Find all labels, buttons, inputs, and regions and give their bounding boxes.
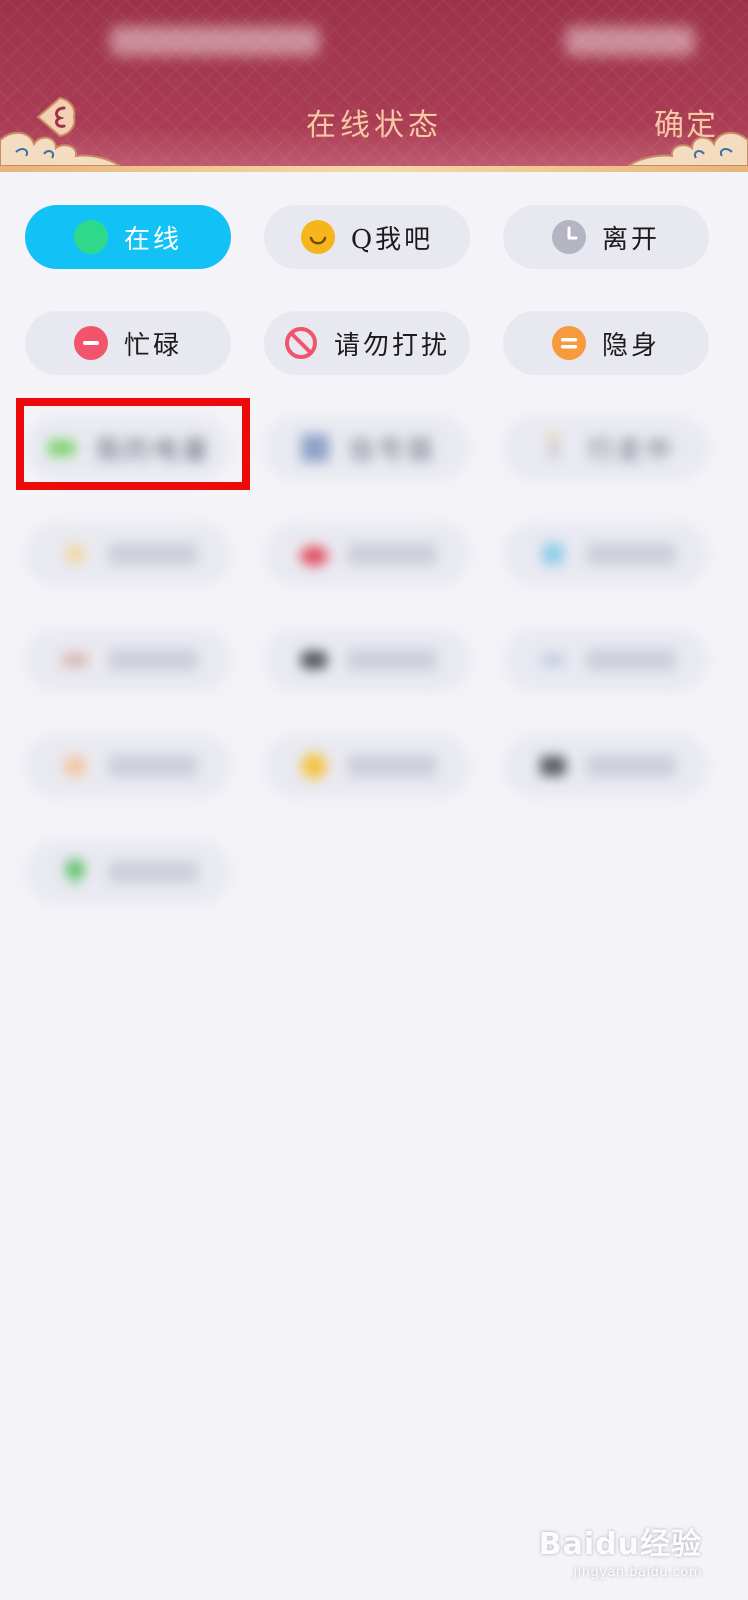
status-label: 离开 [601, 224, 660, 255]
no-entry-icon [284, 327, 317, 359]
custom-status-pill[interactable] [25, 840, 231, 904]
heart-icon [300, 546, 328, 566]
bird-icon [542, 543, 564, 565]
blurred-label [586, 755, 676, 777]
status-label: 忙碌 [123, 330, 182, 361]
custom-status-pill[interactable] [264, 734, 470, 798]
green-dot-icon [73, 220, 108, 254]
moon-icon [301, 753, 327, 779]
equals-circle-icon [551, 326, 586, 360]
custom-status-pill[interactable] [25, 628, 231, 692]
custom-status-pill[interactable] [503, 628, 709, 692]
watermark-logo: Baidu经验 [538, 1527, 702, 1562]
status-label: 在线 [123, 224, 182, 255]
star-icon [65, 544, 85, 564]
custom-status-pill[interactable] [25, 522, 231, 586]
custom-status-pill[interactable] [25, 734, 231, 798]
camera-icon [540, 756, 566, 776]
status-q-me-button[interactable]: Q我吧 [264, 205, 470, 269]
minus-circle-icon [73, 326, 108, 360]
status-busy-button[interactable]: 忙碌 [25, 311, 231, 375]
status-label: 隐身 [601, 330, 660, 361]
book-icon [541, 653, 565, 667]
blurred-label [347, 649, 437, 671]
custom-status-pill[interactable] [264, 628, 470, 692]
status-do-not-disturb-button[interactable]: 请勿打扰 [264, 311, 470, 375]
cloud-ornament-right [628, 131, 748, 166]
walking-icon [550, 434, 559, 459]
highlight-box [16, 398, 250, 490]
blurred-label [108, 543, 198, 565]
blurred-label [108, 649, 198, 671]
blurred-label [586, 649, 676, 671]
gamepad-icon [301, 651, 327, 669]
status-bar-blur [110, 26, 320, 56]
blurred-label [347, 543, 437, 565]
status-label: 行走中 [587, 435, 675, 466]
custom-status-pill[interactable] [264, 522, 470, 586]
header-trim [0, 166, 748, 172]
clock-icon [551, 220, 586, 254]
status-bar-blur [565, 26, 695, 56]
custom-status-pill[interactable] [503, 522, 709, 586]
status-walking-button[interactable]: 行走中 [503, 416, 709, 480]
status-weak-signal-button[interactable]: 信号弱 [264, 416, 470, 480]
music-icon [62, 653, 88, 667]
status-label: 信号弱 [348, 435, 436, 466]
plant-icon [65, 859, 85, 885]
watermark-url: jingyan.baidu.com [573, 1565, 702, 1580]
smiley-icon [300, 220, 335, 254]
status-label: 请勿打扰 [333, 330, 450, 361]
status-label: Q我吧 [350, 224, 434, 255]
status-invisible-button[interactable]: 隐身 [503, 311, 709, 375]
status-away-button[interactable]: 离开 [503, 205, 709, 269]
blurred-label [108, 755, 198, 777]
signal-icon [301, 434, 330, 462]
status-online-button[interactable]: 在线 [25, 205, 231, 269]
blurred-label [586, 543, 676, 565]
header-bar: 在线状态 确定 [0, 0, 748, 172]
blurred-label [347, 755, 437, 777]
cloud-ornament-left [0, 131, 120, 166]
watermark: Baidu经验 jingyan.baidu.com [539, 1519, 702, 1580]
custom-status-pill[interactable] [503, 734, 709, 798]
food-icon [64, 755, 86, 777]
blurred-label [108, 861, 198, 883]
